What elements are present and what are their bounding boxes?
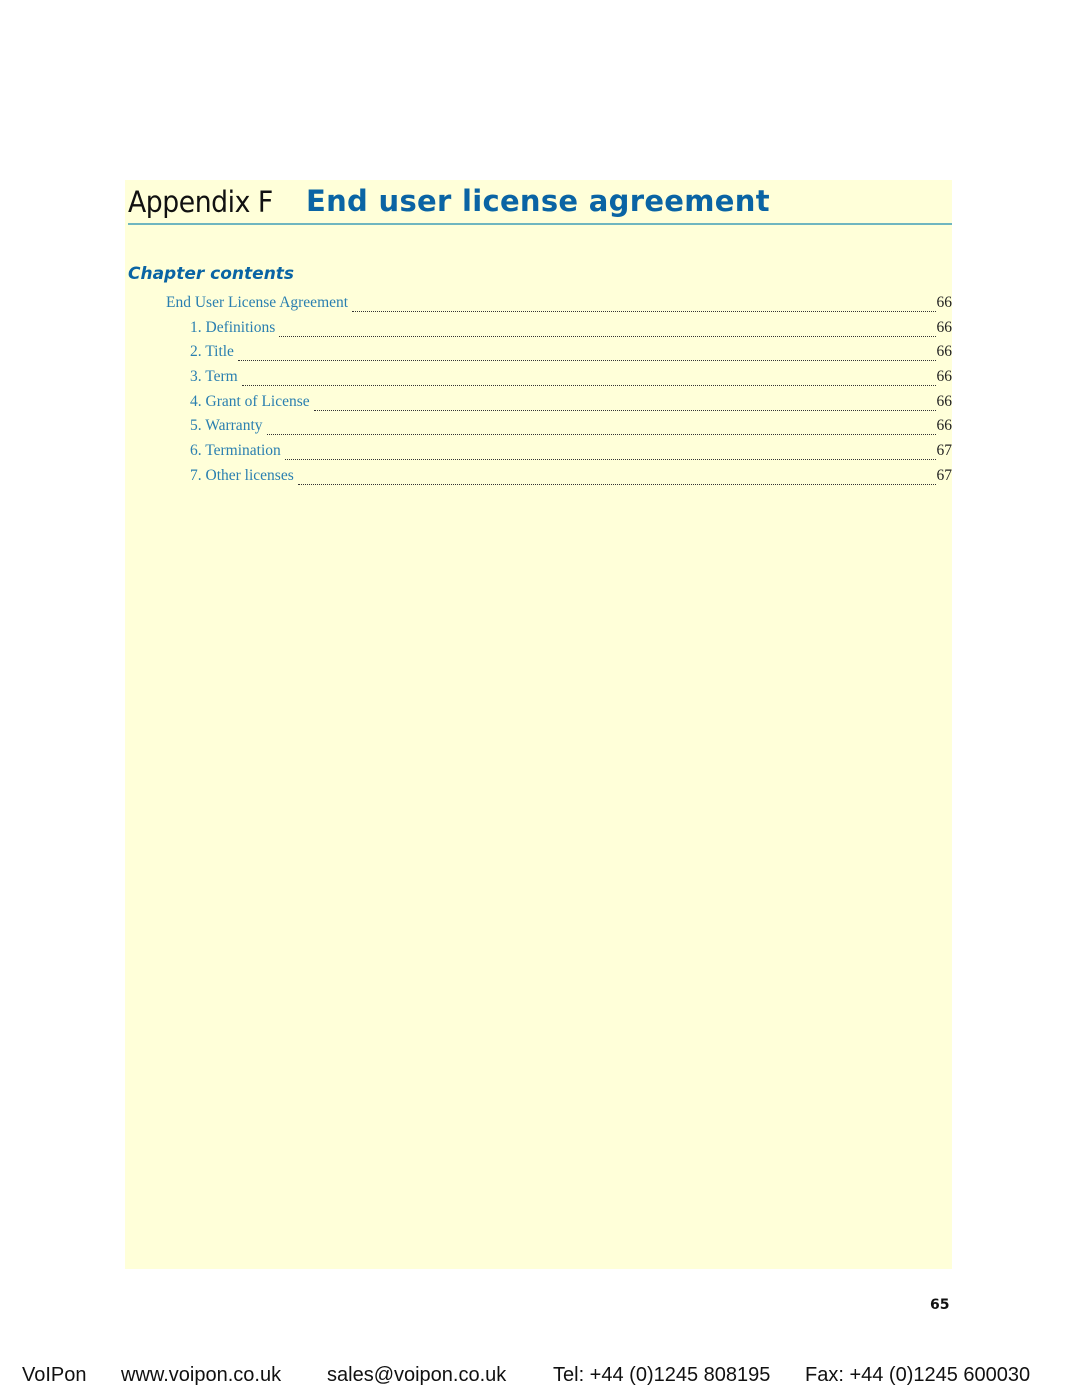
toc-entry-page: 66 xyxy=(936,393,953,410)
dot-leader xyxy=(266,434,936,435)
dot-leader xyxy=(297,484,936,485)
toc-entry-label[interactable]: 4. Grant of License xyxy=(190,393,314,411)
toc-entry-page: 66 xyxy=(936,319,953,336)
dot-leader xyxy=(237,360,936,361)
appendix-label: Appendix F xyxy=(128,185,273,219)
footer-telephone: Tel: +44 (0)1245 808195 xyxy=(553,1364,771,1386)
toc-entry[interactable]: 3. Term 66 xyxy=(190,368,952,390)
toc-entry[interactable]: 1. Definitions 66 xyxy=(190,319,952,341)
dot-leader xyxy=(241,385,936,386)
toc-entry[interactable]: 6. Termination 67 xyxy=(190,442,952,464)
footer-email-link[interactable]: sales@voipon.co.uk xyxy=(327,1364,506,1387)
footer-company: VoIPon xyxy=(22,1364,87,1386)
toc-entry[interactable]: 4. Grant of License 66 xyxy=(190,393,952,415)
page-number: 65 xyxy=(930,1297,950,1313)
toc-entry-page: 66 xyxy=(936,417,953,434)
toc-entry-label[interactable]: 3. Term xyxy=(190,368,242,386)
appendix-heading: Appendix F End user license agreement xyxy=(128,181,952,225)
toc-entry-label[interactable]: 6. Termination xyxy=(190,442,285,460)
toc-entry-label[interactable]: 2. Title xyxy=(190,343,238,361)
toc-entry-page: 67 xyxy=(936,442,953,459)
dot-leader xyxy=(313,410,936,411)
toc-entry-page: 66 xyxy=(936,368,953,385)
appendix-title: End user license agreement xyxy=(306,184,770,218)
footer-fax: Fax: +44 (0)1245 600030 xyxy=(805,1364,1031,1386)
toc-entry-label[interactable]: 1. Definitions xyxy=(190,319,279,337)
toc-entry-page: 66 xyxy=(936,343,953,360)
toc-entry-page: 66 xyxy=(936,294,953,311)
toc-entry-label[interactable]: 7. Other licenses xyxy=(190,467,298,485)
dot-leader xyxy=(284,459,936,460)
dot-leader xyxy=(279,336,936,337)
toc-entry[interactable]: 2. Title 66 xyxy=(190,343,952,365)
toc-entry-label[interactable]: 5. Warranty xyxy=(190,417,267,435)
dot-leader xyxy=(352,311,936,312)
chapter-contents-heading: Chapter contents xyxy=(128,264,295,284)
footer-website-link[interactable]: www.voipon.co.uk xyxy=(121,1364,281,1387)
toc-entry[interactable]: 7. Other licenses 67 xyxy=(190,467,952,489)
toc-entry[interactable]: 5. Warranty 66 xyxy=(190,417,952,439)
toc-entry-label[interactable]: End User License Agreement xyxy=(166,294,352,312)
toc-entry-page: 67 xyxy=(936,467,953,484)
toc-entry[interactable]: End User License Agreement 66 xyxy=(166,294,952,316)
